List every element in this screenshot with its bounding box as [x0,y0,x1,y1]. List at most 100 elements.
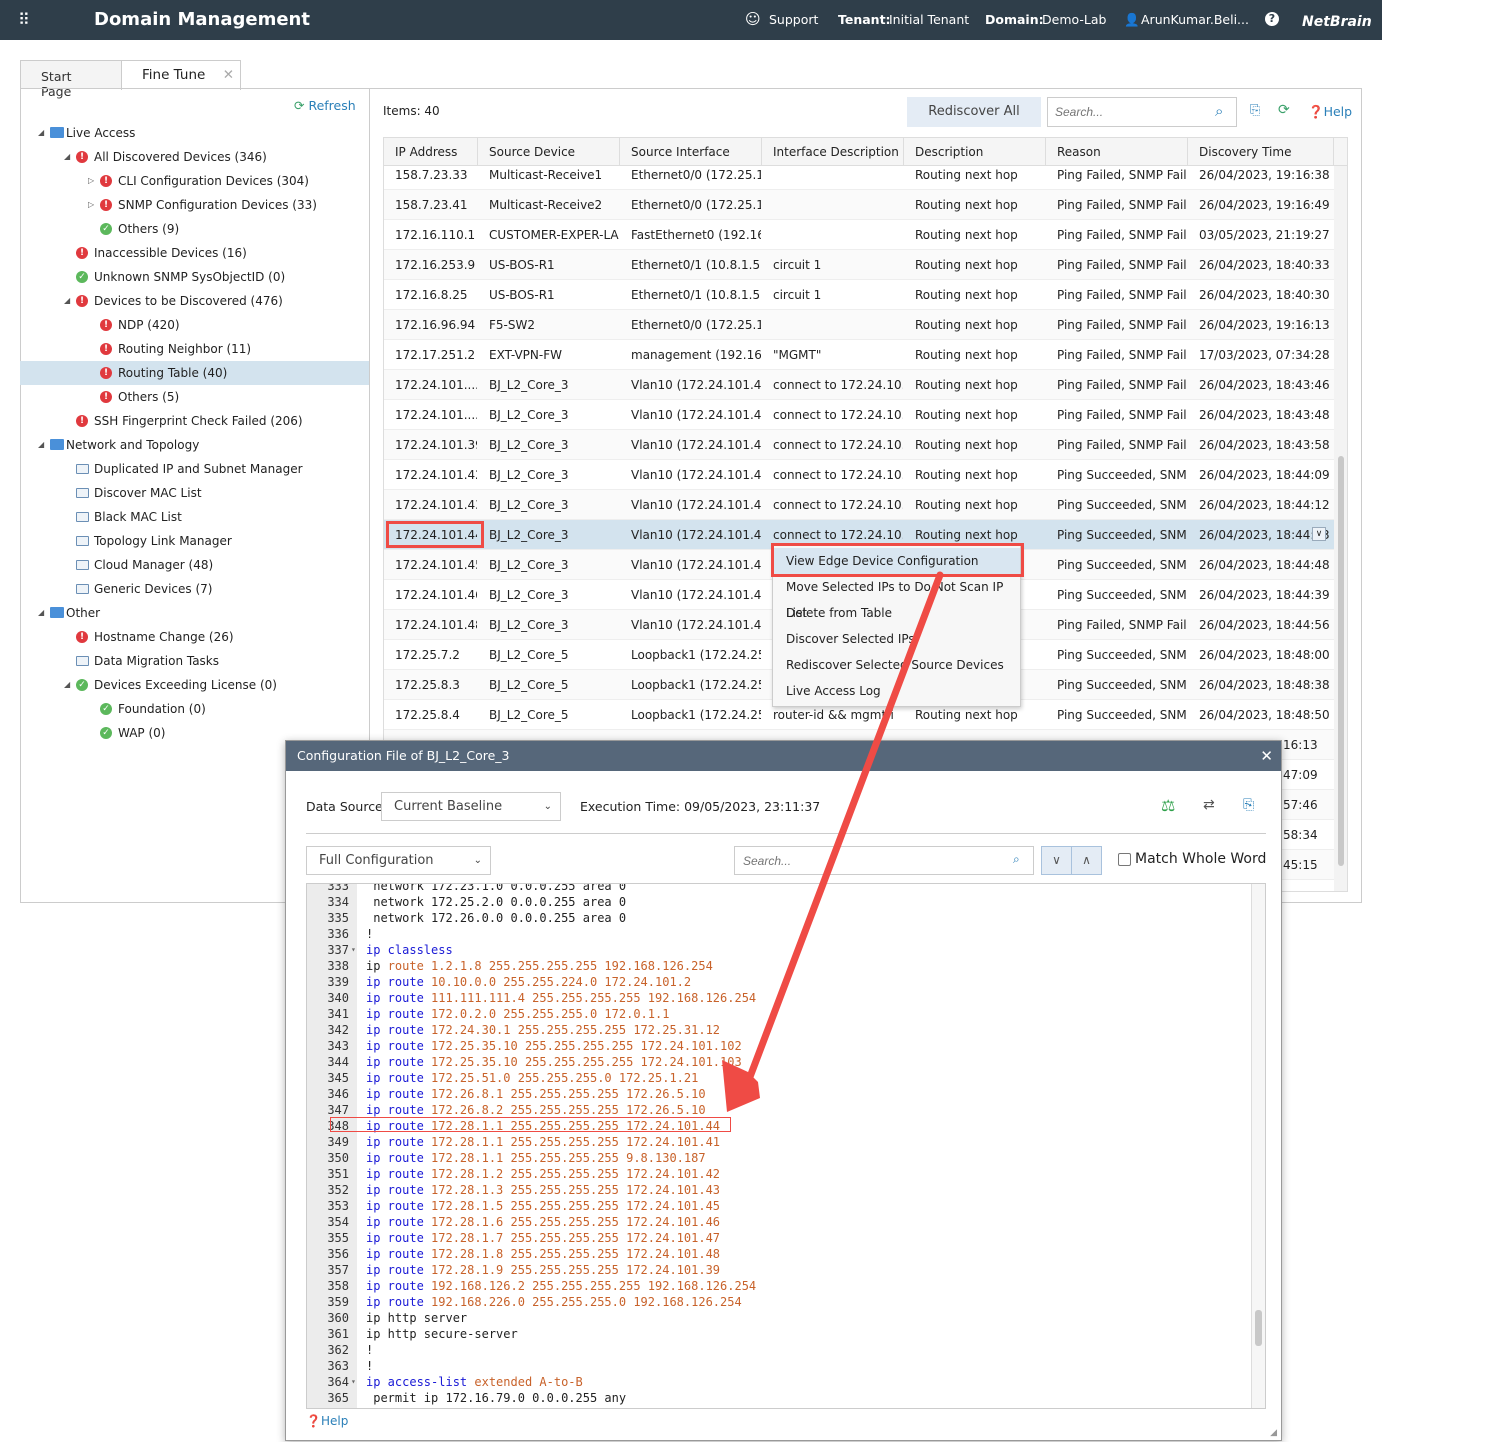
grid-scrollbar[interactable] [1334,166,1347,891]
collapsed-toggle-icon[interactable]: ▷ [88,169,94,193]
expanded-toggle-icon[interactable]: ◢ [64,145,70,169]
table-row[interactable]: 172.16.110.1 CUSTOMER-EXPER-LA... FastEthe… [384,220,1334,250]
expanded-toggle-icon[interactable]: ◢ [64,289,70,313]
context-menu-item[interactable]: Discover Selected IPs [773,626,1020,652]
table-row[interactable]: 172.24.101.... BJ_L2_Core_3 Vlan10 (172.24… [384,370,1334,400]
tree-item[interactable]: ◢ ✓ Devices Exceeding License (0) [20,673,369,697]
tab-fine-tune[interactable]: Fine Tune ✕ [121,60,241,90]
prev-match-button[interactable]: ∧ [1071,846,1102,875]
code-scrollbar-thumb[interactable] [1255,1310,1262,1346]
refresh-button[interactable]: ⟳ Refresh [294,98,356,113]
column-header[interactable]: Reason [1046,138,1188,166]
close-tab-icon[interactable]: ✕ [223,67,234,83]
tree-item[interactable]: Duplicated IP and Subnet Manager [20,457,369,481]
column-header[interactable]: Description [904,138,1046,166]
table-row[interactable]: 172.16.8.25 US-BOS-R1 Ethernet0/1 (10.8.1.… [384,280,1334,310]
tree-item[interactable]: Cloud Manager (48) [20,553,369,577]
table-row[interactable]: 158.7.23.41 Multicast-Receive2 Ethernet0/0… [384,190,1334,220]
tree-item[interactable]: ◢ Live Access [20,121,369,145]
search-input[interactable] [1047,97,1237,127]
row-dropdown-icon[interactable]: ∨ [1312,527,1326,541]
tree-item[interactable]: ! Routing Table (40) [20,361,369,385]
success-icon: ✓ [100,727,112,739]
search-icon[interactable]: ⌕ [1215,102,1223,120]
support-icon[interactable]: ☺ [745,10,761,28]
expanded-toggle-icon[interactable]: ◢ [38,601,44,625]
export-config-icon[interactable]: ⎘ [1243,797,1254,813]
config-code-view[interactable]: 333 network 172.23.1.0 0.0.0.255 area 03… [306,883,1266,1409]
tree-item[interactable]: ✓ Unknown SNMP SysObjectID (0) [20,265,369,289]
next-match-button[interactable]: ∨ [1041,846,1072,875]
tree-item[interactable]: ◢ Network and Topology [20,433,369,457]
table-row[interactable]: 172.24.101.39 BJ_L2_Core_3 Vlan10 (172.24.… [384,430,1334,460]
support-link[interactable]: Support [769,12,818,27]
tree-item[interactable]: ✓ Foundation (0) [20,697,369,721]
success-icon: ✓ [100,223,112,235]
collapsed-toggle-icon[interactable]: ▷ [88,193,94,217]
compare-icon[interactable]: ⚖ [1161,796,1175,815]
reload-icon[interactable]: ⟳ [1278,102,1290,118]
rediscover-all-button[interactable]: Rediscover All [907,97,1041,127]
tree-item[interactable]: ! SSH Fingerprint Check Failed (206) [20,409,369,433]
tree-item[interactable]: Data Migration Tasks [20,649,369,673]
tree-item[interactable]: ◢! Devices to be Discovered (476) [20,289,369,313]
tree-item[interactable]: ! Routing Neighbor (11) [20,337,369,361]
config-view-select[interactable]: Full Configuration ⌄ [306,846,491,875]
close-icon[interactable]: ✕ [1260,741,1273,771]
tenant-value[interactable]: Initial Tenant [889,12,969,27]
tree-item[interactable]: Discover MAC List [20,481,369,505]
fold-toggle-icon[interactable]: ▾ [351,1374,356,1390]
table-row[interactable]: 172.24.101.43 BJ_L2_Core_3 Vlan10 (172.24.… [384,490,1334,520]
code-line: 352 ip route 172.28.1.3 255.255.255.255 1… [307,1182,1247,1198]
tree-item[interactable]: ◢! All Discovered Devices (346) [20,145,369,169]
tree-item[interactable]: ! Others (5) [20,385,369,409]
expanded-toggle-icon[interactable]: ◢ [64,673,70,697]
match-whole-word-checkbox[interactable] [1118,853,1131,866]
table-row[interactable]: 172.17.251.2 EXT-VPN-FW management (192.16… [384,340,1334,370]
tree-item[interactable]: ◢ Other [20,601,369,625]
column-header[interactable]: IP Address [384,138,478,166]
domain-value[interactable]: Demo-Lab [1042,12,1106,27]
export-icon[interactable]: ⎘ [1250,103,1260,118]
tree-item[interactable]: Topology Link Manager [20,529,369,553]
tab-start-page[interactable]: Start Page [20,60,122,99]
table-cell: Loopback1 (172.24.25... [631,648,761,662]
user-menu[interactable]: ArunKumar.Beli... [1141,12,1249,27]
tree-item[interactable]: Generic Devices (7) [20,577,369,601]
column-header[interactable]: Interface Description [762,138,904,166]
context-menu-item[interactable]: Delete from Table [773,600,1020,626]
table-row[interactable]: 172.16.253.9 US-BOS-R1 Ethernet0/1 (10.8.1… [384,250,1334,280]
context-menu-item[interactable]: Rediscover Selected Source Devices [773,652,1020,678]
tree-item[interactable]: ▷! CLI Configuration Devices (304) [20,169,369,193]
tree-item[interactable]: ▷! SNMP Configuration Devices (33) [20,193,369,217]
column-header[interactable]: Source Interface [620,138,762,166]
line-number: 350 [327,1151,349,1165]
tree-item[interactable]: ! Inaccessible Devices (16) [20,241,369,265]
table-row[interactable]: 172.16.96.94 F5-SW2 Ethernet0/0 (172.25.1.… [384,310,1334,340]
help-icon[interactable]: ? [1265,12,1279,26]
tree-item[interactable]: Black MAC List [20,505,369,529]
table-row[interactable]: 172.24.101.... BJ_L2_Core_3 Vlan10 (172.24… [384,400,1334,430]
context-menu-item[interactable]: Live Access Log [773,678,1020,704]
search-icon[interactable]: ⌕ [1013,852,1020,867]
tree-item[interactable]: ! Hostname Change (26) [20,625,369,649]
app-grid-icon[interactable]: ⠿ [18,10,31,29]
dialog-help-link[interactable]: ❓Help [306,1414,348,1428]
context-menu-item[interactable]: Move Selected IPs to Do Not Scan IP List [773,574,1020,620]
data-source-select[interactable]: Current Baseline ⌄ [381,792,561,821]
tree-item[interactable]: ✓ Others (9) [20,217,369,241]
code-scrollbar[interactable] [1251,884,1265,1408]
column-header[interactable]: Discovery Time [1188,138,1334,166]
expanded-toggle-icon[interactable]: ◢ [38,121,44,145]
resize-handle[interactable]: ◢ [1270,1428,1277,1438]
fold-toggle-icon[interactable]: ▾ [351,942,356,958]
config-search-input[interactable] [734,846,1034,875]
code-text: ip route 172.28.1.1 255.255.255.255 172.… [366,1134,720,1150]
column-header[interactable]: Source Device [478,138,620,166]
grid-scrollbar-thumb[interactable] [1338,456,1344,866]
retrieve-config-icon[interactable]: ⇄ [1203,797,1215,813]
help-link[interactable]: ❓Help [1308,104,1352,120]
expanded-toggle-icon[interactable]: ◢ [38,433,44,457]
table-row[interactable]: 172.24.101.42 BJ_L2_Core_3 Vlan10 (172.24.… [384,460,1334,490]
tree-item[interactable]: ! NDP (420) [20,313,369,337]
